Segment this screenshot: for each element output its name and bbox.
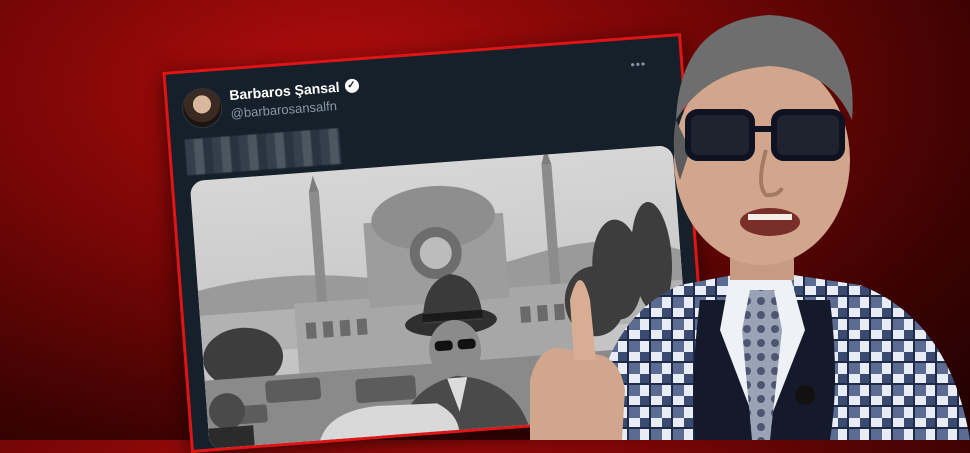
speaker-portrait: [530, 0, 970, 440]
speaker-portrait-image: [530, 15, 970, 440]
blurred-tweet-text: [184, 127, 342, 176]
avatar[interactable]: [180, 86, 224, 130]
verified-badge-icon: ✓: [343, 78, 359, 94]
name-row: Barbaros Şansal ✓: [229, 77, 359, 103]
page-background: Barbaros Şansal ✓ @barbarosansalfn •••: [0, 0, 970, 453]
